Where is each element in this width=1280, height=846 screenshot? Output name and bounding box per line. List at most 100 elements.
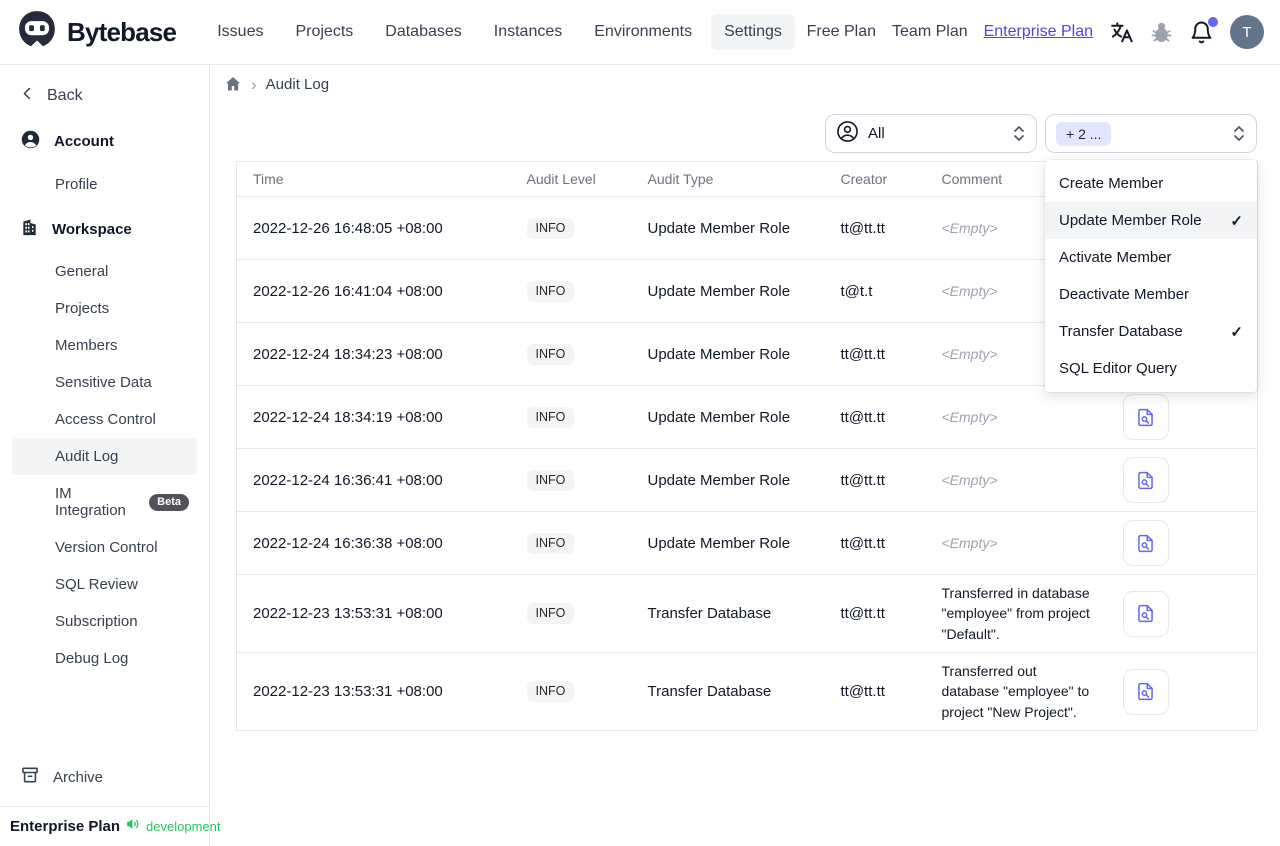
chevron-up-down-icon — [1232, 124, 1246, 143]
breadcrumb-current: Audit Log — [265, 75, 330, 93]
menu-item-update-member-role[interactable]: Update Member Role ✓ — [1045, 202, 1257, 239]
navbar-right: Free Plan Team Plan Enterprise Plan T — [807, 15, 1264, 49]
back-button[interactable]: Back — [0, 65, 209, 116]
view-log-detail-button[interactable] — [1122, 394, 1169, 440]
creator-filter-value: All — [868, 125, 885, 142]
menu-item-activate-member[interactable]: Activate Member — [1045, 239, 1257, 276]
audit-type-dropdown-menu: Create Member Update Member Role ✓ Activ… — [1045, 160, 1257, 392]
sidebar-section-account: Account — [0, 116, 209, 166]
cell-creator: tt@tt.tt — [824, 196, 926, 260]
team-plan-link[interactable]: Team Plan — [892, 23, 968, 41]
audit-level-badge: INFO — [526, 469, 575, 491]
nav-link-instances[interactable]: Instances — [481, 14, 575, 50]
sidebar-item-im-integration[interactable]: IM Integration Beta — [12, 475, 197, 529]
menu-item-deactivate-member[interactable]: Deactivate Member — [1045, 276, 1257, 313]
nav-link-databases[interactable]: Databases — [372, 14, 475, 50]
free-plan-link[interactable]: Free Plan — [807, 23, 876, 41]
nav-link-settings[interactable]: Settings — [711, 14, 795, 50]
im-integration-label: IM Integration — [55, 485, 126, 519]
sidebar-item-projects[interactable]: Projects — [12, 290, 197, 327]
menu-item-create-member[interactable]: Create Member — [1045, 165, 1257, 202]
home-icon[interactable] — [224, 75, 242, 93]
cell-comment: <Empty> — [941, 534, 998, 551]
speaker-icon — [125, 816, 141, 837]
sidebar-item-sql-review[interactable]: SQL Review — [12, 566, 197, 603]
environment-label: development — [146, 819, 221, 834]
sidebar-section-workspace: Workspace — [0, 205, 209, 253]
column-header-creator: Creator — [824, 161, 926, 197]
bell-icon[interactable] — [1189, 16, 1218, 45]
menu-item-label: Update Member Role — [1059, 212, 1202, 229]
current-plan-label: Enterprise Plan — [10, 818, 121, 835]
menu-item-sql-editor-query[interactable]: SQL Editor Query — [1045, 350, 1257, 387]
cell-comment: Transferred in database "employee" from … — [941, 585, 1090, 642]
sidebar-item-access-control[interactable]: Access Control — [12, 401, 197, 438]
menu-item-label: Create Member — [1059, 175, 1164, 192]
cell-time: 2022-12-24 18:34:23 +08:00 — [236, 322, 511, 386]
cell-audit-type: Update Member Role — [631, 511, 825, 575]
audit-level-badge: INFO — [526, 603, 575, 624]
sidebar-item-subscription[interactable]: Subscription — [12, 603, 197, 640]
bug-icon[interactable] — [1150, 21, 1173, 44]
cell-creator: tt@tt.tt — [824, 448, 926, 512]
nav-link-projects[interactable]: Projects — [282, 14, 366, 50]
audit-level-badge: INFO — [526, 532, 575, 554]
column-header-audit-level: Audit Level — [510, 161, 632, 197]
back-label: Back — [47, 87, 83, 104]
audit-level-badge: INFO — [526, 681, 575, 702]
sidebar-item-sensitive-data[interactable]: Sensitive Data — [12, 364, 197, 401]
audit-type-filter-select[interactable]: + 2 ... — [1045, 114, 1257, 153]
chevron-up-down-icon — [1012, 124, 1026, 143]
cell-creator: tt@tt.tt — [824, 652, 926, 731]
cell-audit-type: Update Member Role — [631, 196, 825, 260]
sidebar-item-audit-log[interactable]: Audit Log — [12, 438, 197, 475]
creator-filter-select[interactable]: All — [825, 114, 1037, 153]
workspace-section-label: Workspace — [52, 221, 132, 238]
breadcrumb: › Audit Log — [224, 75, 329, 93]
sidebar-item-version-control[interactable]: Version Control — [12, 529, 197, 566]
top-navbar: Bytebase Issues Projects Databases Insta… — [0, 0, 1280, 65]
cell-time: 2022-12-23 13:53:31 +08:00 — [236, 574, 511, 653]
sidebar-item-general[interactable]: General — [12, 253, 197, 290]
cell-comment: <Empty> — [941, 219, 998, 236]
menu-item-transfer-database[interactable]: Transfer Database ✓ — [1045, 313, 1257, 350]
nav-link-environments[interactable]: Environments — [581, 14, 705, 50]
avatar[interactable]: T — [1230, 15, 1264, 49]
archive-button[interactable]: Archive — [0, 755, 209, 799]
bytebase-logo[interactable]: Bytebase — [16, 9, 177, 56]
sidebar-item-members[interactable]: Members — [12, 327, 197, 364]
audit-level-badge: INFO — [526, 406, 575, 428]
cell-comment: <Empty> — [941, 471, 998, 488]
cell-time: 2022-12-24 16:36:38 +08:00 — [236, 511, 511, 575]
cell-comment: <Empty> — [941, 345, 998, 362]
cell-audit-type: Transfer Database — [631, 652, 825, 731]
beta-badge: Beta — [149, 493, 189, 511]
cell-time: 2022-12-24 16:36:41 +08:00 — [236, 448, 511, 512]
nav-link-issues[interactable]: Issues — [204, 14, 276, 50]
view-log-detail-button[interactable] — [1122, 590, 1169, 637]
main-content: › Audit Log All + 2 ... Time Audit Level… — [210, 65, 1280, 846]
audit-level-badge: INFO — [526, 217, 575, 239]
view-log-detail-button[interactable] — [1122, 668, 1169, 715]
table-row: 2022-12-24 16:36:38 +08:00 INFO Update M… — [236, 511, 1258, 575]
cell-audit-type: Update Member Role — [631, 448, 825, 512]
notification-dot — [1208, 16, 1218, 27]
cell-audit-type: Update Member Role — [631, 385, 825, 449]
sidebar-item-profile[interactable]: Profile — [12, 166, 197, 203]
view-log-detail-button[interactable] — [1122, 520, 1169, 566]
cell-audit-type: Transfer Database — [631, 574, 825, 653]
cell-audit-type: Update Member Role — [631, 322, 825, 386]
enterprise-plan-link[interactable]: Enterprise Plan — [984, 23, 1093, 41]
table-row: 2022-12-24 16:36:41 +08:00 INFO Update M… — [236, 448, 1258, 512]
main-nav: Issues Projects Databases Instances Envi… — [204, 14, 795, 50]
user-circle-outline-icon — [836, 120, 859, 148]
cell-creator: tt@tt.tt — [824, 322, 926, 386]
sidebar-item-debug-log[interactable]: Debug Log — [12, 640, 197, 677]
audit-type-filter-value: + 2 ... — [1056, 121, 1112, 146]
settings-sidebar: Back Account Profile Workspace General P… — [0, 65, 221, 846]
cell-comment: Transferred out database "employee" to p… — [941, 663, 1090, 720]
account-section-label: Account — [54, 133, 114, 150]
translate-icon[interactable] — [1109, 20, 1134, 45]
cell-comment: <Empty> — [941, 282, 998, 299]
view-log-detail-button[interactable] — [1122, 457, 1169, 503]
